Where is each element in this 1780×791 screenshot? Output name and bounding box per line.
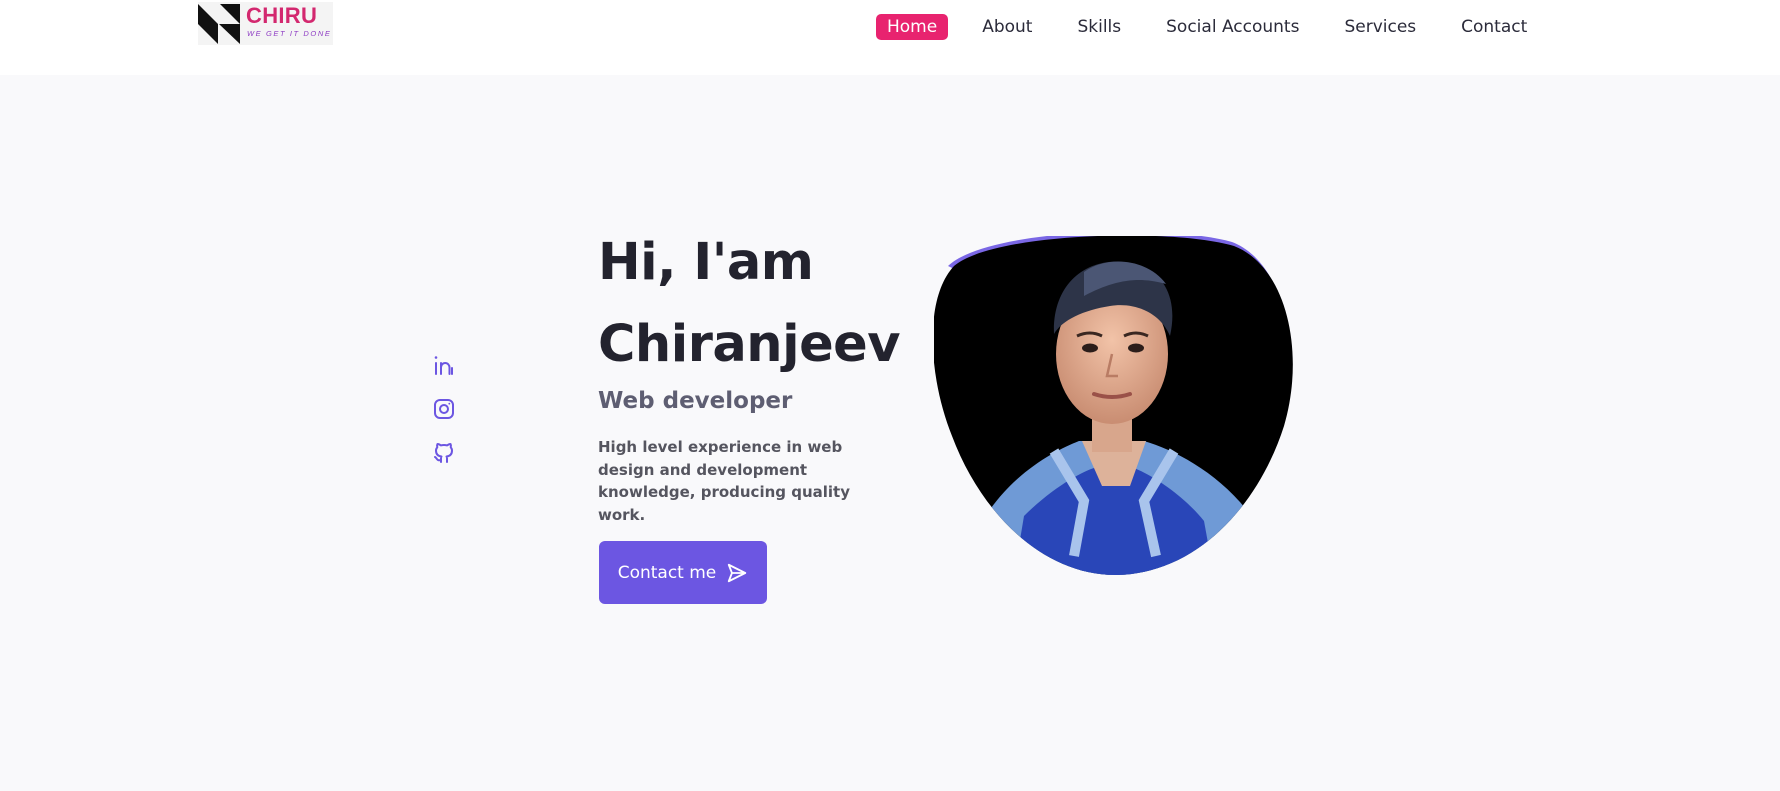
hero-description: High level experience in web design and … — [598, 438, 850, 524]
nav-about[interactable]: About — [971, 14, 1043, 40]
hero-name: Chiranjeev — [598, 315, 901, 374]
contact-me-label: Contact me — [617, 562, 717, 583]
contact-me-button[interactable]: Contact me — [599, 541, 767, 604]
logo-brand-text: CHIRU — [246, 3, 318, 28]
hero-role: Web developer — [598, 388, 793, 414]
site-header: CHIRU WE GET IT DONE Home About Skills S… — [0, 0, 1780, 75]
logo-mark-icon — [198, 4, 240, 44]
github-icon[interactable] — [432, 441, 456, 465]
nav-skills[interactable]: Skills — [1066, 14, 1132, 40]
social-links — [432, 353, 456, 485]
profile-portrait — [934, 236, 1293, 576]
send-icon — [728, 563, 747, 582]
main-nav: Home About Skills Social Accounts Servic… — [876, 14, 1538, 40]
linkedin-icon[interactable] — [432, 353, 456, 377]
hero-intro: Hi, I'am Chiranjeev Web developer High l… — [598, 222, 918, 526]
nav-home[interactable]: Home — [876, 14, 949, 40]
hero-greeting: Hi, I'am — [598, 233, 814, 292]
nav-services[interactable]: Services — [1333, 14, 1427, 40]
logo[interactable]: CHIRU WE GET IT DONE — [198, 2, 333, 45]
instagram-icon[interactable] — [432, 397, 456, 421]
logo-tagline: WE GET IT DONE — [247, 29, 332, 38]
nav-social-accounts[interactable]: Social Accounts — [1155, 14, 1310, 40]
nav-contact[interactable]: Contact — [1450, 14, 1538, 40]
